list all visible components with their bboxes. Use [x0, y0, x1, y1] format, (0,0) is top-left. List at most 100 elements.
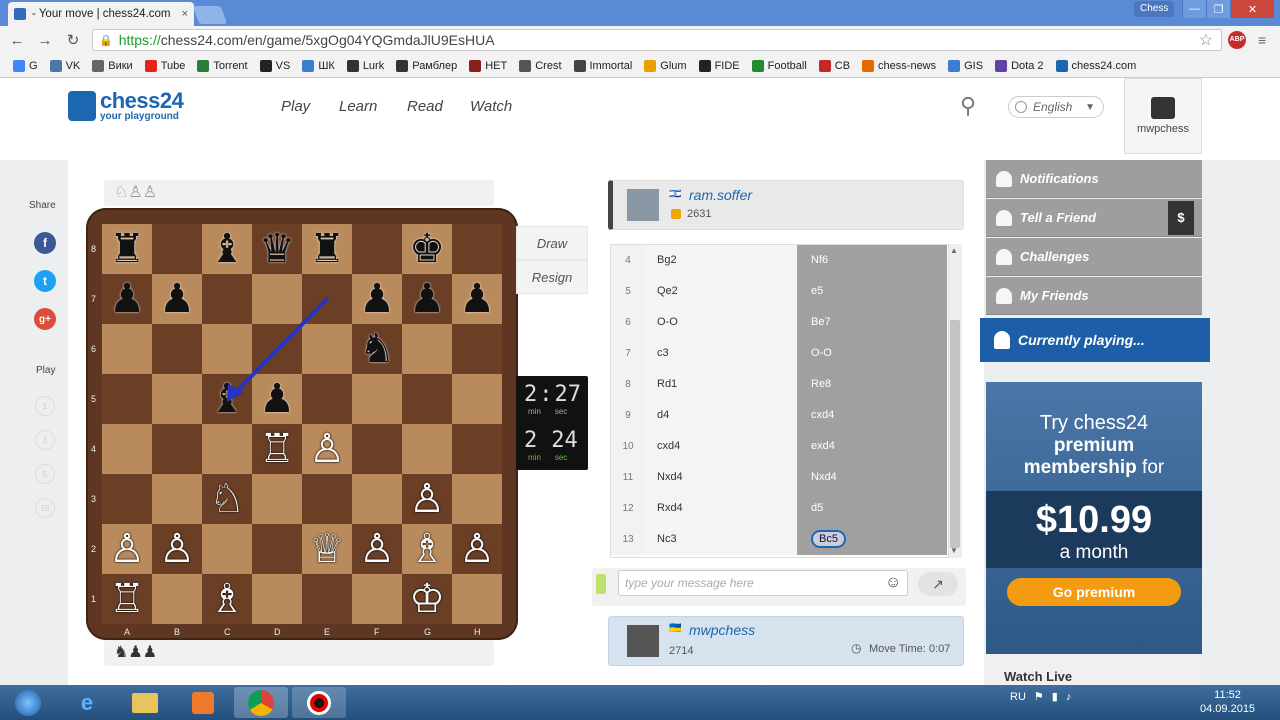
black-move[interactable]: Bc5 [797, 523, 947, 555]
white-move[interactable]: d4 [645, 399, 797, 431]
white-move[interactable]: Rd1 [645, 368, 797, 400]
bookmark-item[interactable]: GIS [943, 59, 988, 72]
bookmark-item[interactable]: Вики [87, 59, 137, 72]
bookmark-favicon-icon [573, 59, 586, 72]
bookmark-item[interactable]: Immortal [569, 59, 638, 72]
scroll-up-icon[interactable]: ▲ [950, 246, 958, 255]
taskbar-chrome[interactable] [234, 687, 288, 718]
bookmark-item[interactable]: Dota 2 [990, 59, 1048, 72]
taskbar-ie[interactable]: e [60, 687, 114, 718]
black-move[interactable]: O-O [797, 337, 947, 369]
sidebar-item-notifications[interactable]: Notifications [986, 160, 1202, 198]
facebook-icon[interactable]: f [34, 232, 56, 254]
resign-button[interactable]: Resign [516, 260, 588, 294]
bookmark-item[interactable]: CB [814, 59, 855, 72]
bookmark-star-icon[interactable]: ☆ [1199, 30, 1213, 50]
currently-playing-label: Currently playing... [1018, 332, 1145, 348]
bookmark-item[interactable]: G [8, 59, 43, 72]
black-move[interactable]: Nf6 [797, 245, 947, 276]
bookmark-item[interactable]: НЕТ [464, 59, 512, 72]
browser-menu-icon[interactable]: ≡ [1258, 32, 1266, 48]
black-move[interactable]: Be7 [797, 306, 947, 338]
emoji-icon[interactable]: ☺ [885, 574, 901, 592]
bookmark-item[interactable]: Lurk [342, 59, 389, 72]
bookmark-item[interactable]: Рамблер [391, 59, 462, 72]
black-move[interactable]: cxd4 [797, 399, 947, 431]
player-avatar[interactable] [627, 625, 659, 657]
taskbar-clock[interactable]: 11:52 04.09.2015 [1200, 688, 1255, 716]
bookmark-item[interactable]: Glum [639, 59, 691, 72]
bookmark-item[interactable]: VS [255, 59, 296, 72]
chat-input[interactable]: type your message here [618, 570, 908, 596]
nav-learn[interactable]: Learn [339, 98, 377, 115]
browser-tab[interactable]: - Your move | chess24.com × [8, 2, 194, 26]
black-move[interactable]: d5 [797, 492, 947, 524]
sidebar-item-tell-a-friend[interactable]: Tell a Friend $ [986, 199, 1202, 237]
play-3-min-button[interactable]: 3 [35, 430, 55, 450]
minimize-button[interactable]: — [1182, 0, 1206, 18]
black-move[interactable]: Nxd4 [797, 461, 947, 493]
white-move[interactable]: O-O [645, 306, 797, 338]
google-plus-icon[interactable]: g+ [34, 308, 56, 330]
address-bar[interactable]: 🔒 https://chess24.com/en/game/5xgOg04YQG… [92, 29, 1222, 51]
bookmark-item[interactable]: Crest [514, 59, 566, 72]
chess24-logo[interactable]: chess24 your playground [68, 90, 184, 122]
black-move[interactable]: Re8 [797, 368, 947, 400]
scrollbar-thumb[interactable] [950, 320, 960, 548]
bookmark-item[interactable]: Football [747, 59, 812, 72]
start-button[interactable] [2, 687, 54, 718]
play-15-min-button[interactable]: 15 [35, 498, 55, 518]
white-move[interactable]: Rxd4 [645, 492, 797, 524]
nav-read[interactable]: Read [407, 98, 443, 115]
white-move[interactable]: c3 [645, 337, 797, 369]
premium-ad[interactable]: Try chess24 premium membership for $10.9… [986, 382, 1202, 654]
draw-button[interactable]: Draw [516, 226, 588, 260]
scroll-down-icon[interactable]: ▼ [950, 546, 958, 555]
search-icon[interactable]: ⚲ [960, 93, 976, 119]
twitter-icon[interactable]: t [34, 270, 56, 292]
opponent-avatar[interactable] [627, 189, 659, 221]
bookmark-item[interactable]: chess-news [857, 59, 941, 72]
adblock-icon[interactable]: ABP [1228, 31, 1246, 49]
white-move[interactable]: Nc3 [645, 523, 797, 555]
bookmark-item[interactable]: FIDE [694, 59, 745, 72]
close-window-button[interactable]: ✕ [1230, 0, 1274, 18]
bookmark-item[interactable]: Tube [140, 59, 191, 72]
currently-playing-tab[interactable]: Currently playing... [980, 318, 1210, 362]
sidebar-item-challenges[interactable]: Challenges [986, 238, 1202, 276]
play-1-min-button[interactable]: 1 [35, 396, 55, 416]
language-indicator[interactable]: RU [1010, 691, 1026, 703]
white-move[interactable]: Qe2 [645, 275, 797, 307]
send-message-button[interactable]: ↗ [918, 572, 958, 596]
go-premium-button[interactable]: Go premium [1007, 578, 1181, 606]
nav-play[interactable]: Play [281, 98, 310, 115]
opponent-name[interactable]: ram.soffer [689, 187, 752, 203]
bookmark-item[interactable]: ШК [297, 59, 340, 72]
forward-arrow-icon[interactable]: → [34, 32, 56, 49]
nav-watch[interactable]: Watch [470, 98, 512, 115]
sidebar-item-my-friends[interactable]: My Friends [986, 277, 1202, 315]
white-move[interactable]: Nxd4 [645, 461, 797, 493]
bookmark-item[interactable]: VK [45, 59, 86, 72]
taskbar-recorder[interactable] [292, 687, 346, 718]
restore-button[interactable]: ❐ [1206, 0, 1230, 18]
taskbar-media-player[interactable] [176, 687, 230, 718]
black-move[interactable]: e5 [797, 275, 947, 307]
player-name[interactable]: mwpchess [689, 622, 755, 638]
language-select[interactable]: English ▼ [1008, 96, 1104, 118]
tab-close-icon[interactable]: × [182, 8, 188, 20]
bookmark-item[interactable]: Torrent [192, 59, 252, 72]
move-list[interactable]: 4 Bg2 Nf6 5 Qe2 e5 6 O-O Be7 7 c3 O-O 8 Rd1 Re8 9 d4 cxd4… [610, 244, 956, 558]
network-icon[interactable]: ▮ [1052, 690, 1058, 703]
volume-icon[interactable]: ♪ [1066, 691, 1072, 703]
white-move[interactable]: Bg2 [645, 245, 797, 276]
taskbar-explorer[interactable] [118, 687, 172, 718]
play-5-min-button[interactable]: 5 [35, 464, 55, 484]
bookmark-item[interactable]: chess24.com [1051, 59, 1142, 72]
flag-icon[interactable]: ⚑ [1034, 690, 1044, 703]
user-menu[interactable]: mwpchess [1124, 78, 1202, 154]
reload-icon[interactable]: ↻ [62, 31, 84, 49]
black-move[interactable]: exd4 [797, 430, 947, 462]
white-move[interactable]: cxd4 [645, 430, 797, 462]
back-arrow-icon[interactable]: ← [6, 32, 28, 49]
